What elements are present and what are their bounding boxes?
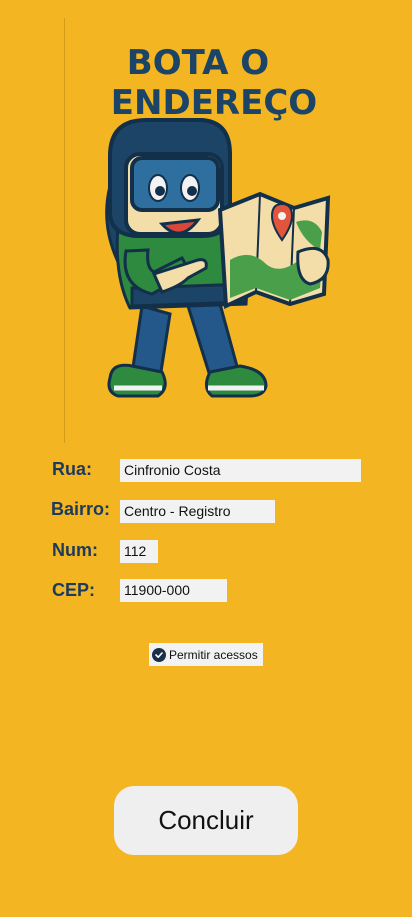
number-label: Num: <box>52 540 98 560</box>
neighborhood-label: Bairro: <box>51 499 111 519</box>
permission-checkbox[interactable]: Permitir acessos <box>149 643 263 666</box>
checkmark-circle-icon <box>152 647 166 662</box>
zipcode-input[interactable]: 11900-000 <box>120 579 227 602</box>
zipcode-label: CEP: <box>52 580 96 600</box>
title-line-1: BOTA O <box>127 43 269 83</box>
submit-button[interactable]: Concluir <box>114 786 298 855</box>
title-line-2: ENDEREÇO <box>111 83 317 123</box>
permission-label: Permitir acessos <box>169 647 258 662</box>
number-input[interactable]: 112 <box>120 540 158 563</box>
mascot-holding-map-icon: BOTA O ENDEREÇO <box>105 43 331 398</box>
neighborhood-input[interactable]: Centro - Registro <box>120 500 275 523</box>
street-label: Rua: <box>52 459 92 479</box>
vertical-divider <box>64 18 65 443</box>
header-illustration: BOTA O ENDEREÇO <box>70 36 340 406</box>
street-input[interactable]: Cinfronio Costa <box>120 459 361 482</box>
